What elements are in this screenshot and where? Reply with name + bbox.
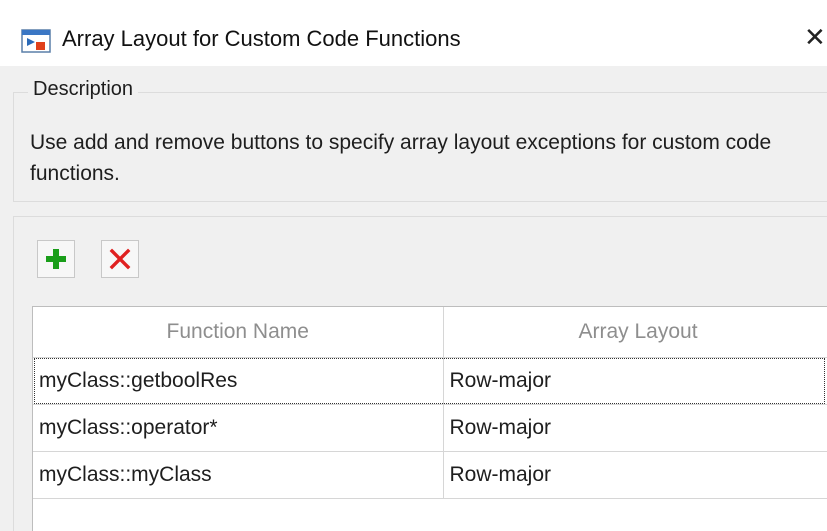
remove-button[interactable] (101, 240, 139, 278)
x-icon (109, 248, 131, 270)
function-name-cell[interactable]: myClass::operator* (33, 404, 444, 452)
app-icon (21, 29, 51, 53)
array-layout-cell[interactable]: Row-major (443, 357, 827, 405)
function-name-cell[interactable]: myClass::getboolRes (33, 357, 444, 405)
dialog-window: Array Layout for Custom Code Functions ✕… (0, 0, 827, 531)
array-layout-cell[interactable]: Row-major (443, 451, 827, 499)
column-header-function-name[interactable]: Function Name (33, 307, 444, 358)
add-button[interactable] (37, 240, 75, 278)
array-layout-cell[interactable]: Row-major (443, 404, 827, 452)
close-icon[interactable]: ✕ (804, 24, 826, 50)
column-header-array-layout[interactable]: Array Layout (443, 307, 827, 358)
plus-icon (46, 249, 66, 269)
description-text: Use add and remove buttons to specify ar… (30, 131, 772, 185)
table-row[interactable]: myClass::myClass Row-major (33, 451, 827, 499)
description-legend: Description (28, 78, 139, 101)
table-header-row: Function Name Array Layout (33, 307, 827, 358)
title-bar: Array Layout for Custom Code Functions ✕ (0, 0, 827, 66)
function-name-cell[interactable]: myClass::myClass (33, 451, 444, 499)
window-title: Array Layout for Custom Code Functions (62, 26, 461, 51)
table-row[interactable]: myClass::operator* Row-major (33, 404, 827, 452)
table-row[interactable]: myClass::getboolRes Row-major (33, 357, 827, 405)
exceptions-table[interactable]: Function Name Array Layout myClass::getb… (32, 306, 827, 531)
